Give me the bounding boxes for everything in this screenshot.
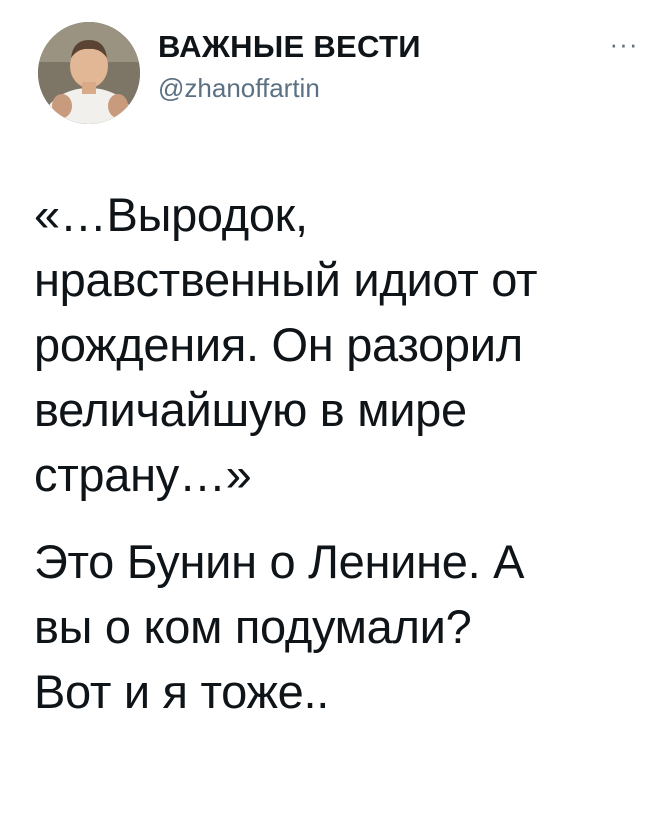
tweet-card: ВАЖНЫЕ ВЕСТИ @zhanoffartin ··· «…Выродок… — [0, 0, 669, 829]
tweet-line: Вот и я тоже.. — [34, 665, 329, 718]
tweet-line: «…Выродок, — [34, 188, 308, 241]
more-dots-icon: ··· — [609, 29, 639, 59]
author-info: ВАЖНЫЕ ВЕСТИ @zhanoffartin — [158, 28, 421, 106]
tweet-header: ВАЖНЫЕ ВЕСТИ @zhanoffartin ··· — [38, 22, 638, 126]
tweet-line: величайшую в мире — [34, 383, 467, 436]
tweet-line: Это Бунин о Ленине. А — [34, 535, 525, 588]
avatar-photo-icon — [38, 22, 140, 124]
tweet-paragraph-comment: Это Бунин о Ленине. А вы о ком подумали?… — [34, 529, 644, 724]
tweet-line: рождения. Он разорил — [34, 318, 523, 371]
tweet-line: вы о ком подумали? — [34, 600, 472, 653]
author-display-name[interactable]: ВАЖНЫЕ ВЕСТИ — [158, 28, 421, 66]
tweet-text: «…Выродок, нравственный идиот от рождени… — [34, 182, 644, 724]
tweet-line: страну…» — [34, 448, 252, 501]
avatar[interactable] — [38, 22, 140, 124]
tweet-line: нравственный идиот от — [34, 253, 538, 306]
author-handle[interactable]: @zhanoffartin — [158, 70, 421, 106]
tweet-paragraph-quote: «…Выродок, нравственный идиот от рождени… — [34, 182, 644, 507]
more-options-button[interactable]: ··· — [604, 29, 644, 59]
